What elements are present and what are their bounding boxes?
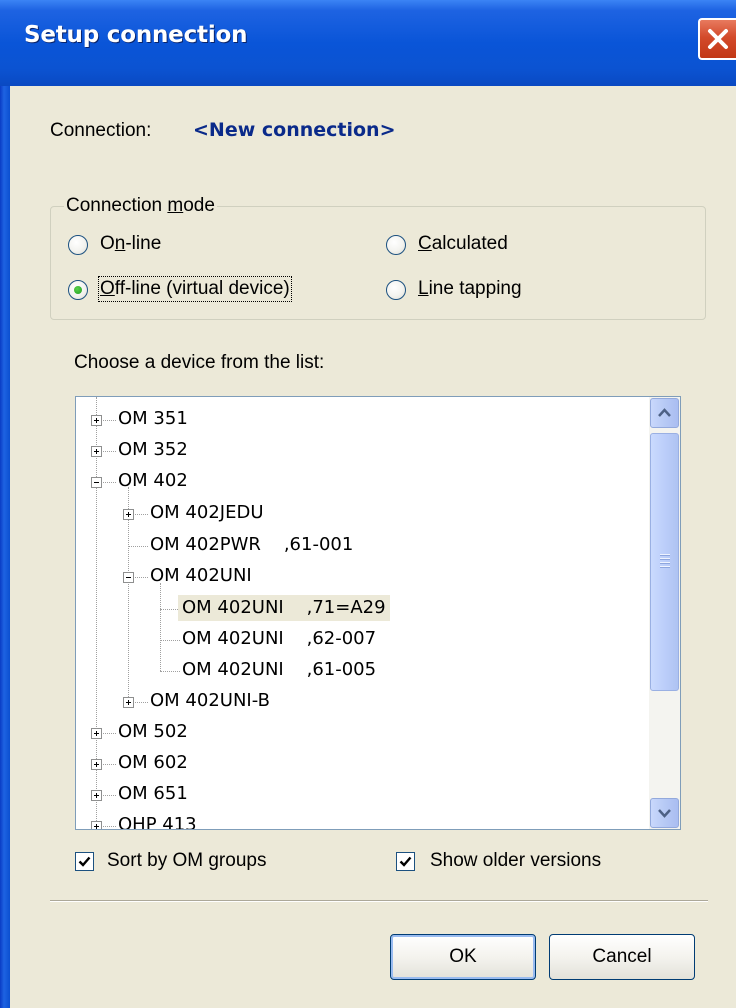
tree-node[interactable]: OM 402UNI xyxy=(150,563,252,589)
checkmark-icon xyxy=(399,856,412,867)
scroll-up-button[interactable] xyxy=(650,398,679,428)
collapse-icon[interactable] xyxy=(91,477,102,488)
sort-by-groups-checkbox[interactable] xyxy=(75,852,94,871)
scroll-down-button[interactable] xyxy=(650,798,679,828)
show-older-versions-checkbox[interactable] xyxy=(396,852,415,871)
expand-icon[interactable] xyxy=(91,728,102,739)
expand-icon[interactable] xyxy=(91,446,102,457)
device-tree[interactable]: OM 351 OM 352 OM 402 OM 402JEDU OM 402PW… xyxy=(75,396,681,830)
scroll-thumb[interactable] xyxy=(650,433,679,691)
tree-node[interactable]: OM 651 xyxy=(118,781,188,807)
tree-line xyxy=(160,583,161,671)
close-icon xyxy=(708,29,728,49)
tree-node[interactable]: OM 351 xyxy=(118,406,188,432)
close-button[interactable] xyxy=(698,18,736,60)
ok-button[interactable]: OK xyxy=(390,934,536,980)
expand-icon[interactable] xyxy=(91,415,102,426)
window-title: Setup connection xyxy=(24,22,248,48)
radio-online-label[interactable]: On-line xyxy=(100,233,161,255)
radio-line-tapping[interactable] xyxy=(386,280,406,300)
chevron-down-icon xyxy=(658,809,671,818)
connection-mode-legend: Connection mode xyxy=(64,195,217,217)
sort-by-groups-label[interactable]: Sort by OM groups xyxy=(107,850,266,872)
radio-line-tapping-label[interactable]: Line tapping xyxy=(418,278,522,300)
checkmark-icon xyxy=(78,856,91,867)
tree-node-selected[interactable]: OM 402UNI ,71=A29 xyxy=(178,595,390,621)
tree-node[interactable]: OM 352 xyxy=(118,437,188,463)
setup-connection-dialog: Setup connection Connection: <New connec… xyxy=(0,0,736,1008)
connection-label: Connection: xyxy=(50,120,152,141)
tree-line xyxy=(96,397,97,821)
expand-icon[interactable] xyxy=(123,509,134,520)
expand-icon[interactable] xyxy=(123,697,134,708)
connection-name: <New connection> xyxy=(193,119,396,141)
vertical-scrollbar[interactable] xyxy=(649,397,680,829)
tree-node[interactable]: OM 402PWR ,61-001 xyxy=(150,532,353,558)
separator xyxy=(50,900,708,902)
tree-node[interactable]: OM 402UNI ,62-007 xyxy=(182,626,376,652)
tree-node[interactable]: OM 402 xyxy=(118,468,188,494)
title-bar[interactable]: Setup connection xyxy=(0,0,736,86)
radio-calculated[interactable] xyxy=(386,235,406,255)
tree-node[interactable]: OM 602 xyxy=(118,750,188,776)
cancel-button[interactable]: Cancel xyxy=(549,934,695,980)
radio-online[interactable] xyxy=(68,235,88,255)
radio-offline-label[interactable]: Off-line (virtual device) xyxy=(98,276,292,302)
show-older-versions-label[interactable]: Show older versions xyxy=(430,850,601,872)
collapse-icon[interactable] xyxy=(123,572,134,583)
tree-node[interactable]: OM 502 xyxy=(118,719,188,745)
window-frame-left xyxy=(0,86,10,1008)
chevron-up-icon xyxy=(658,408,671,417)
tree-node[interactable]: OM 402JEDU xyxy=(150,500,264,526)
expand-icon[interactable] xyxy=(91,759,102,770)
connection-mode-group xyxy=(50,206,706,320)
expand-icon[interactable] xyxy=(91,821,102,829)
tree-node[interactable]: OM 402UNI ,61-005 xyxy=(182,657,376,683)
expand-icon[interactable] xyxy=(91,790,102,801)
radio-calculated-label[interactable]: Calculated xyxy=(418,233,508,255)
tree-node[interactable]: OHP 413 xyxy=(118,812,197,829)
tree-node[interactable]: OM 402UNI-B xyxy=(150,688,270,714)
radio-offline[interactable] xyxy=(68,280,88,300)
device-list-label: Choose a device from the list: xyxy=(74,352,325,373)
